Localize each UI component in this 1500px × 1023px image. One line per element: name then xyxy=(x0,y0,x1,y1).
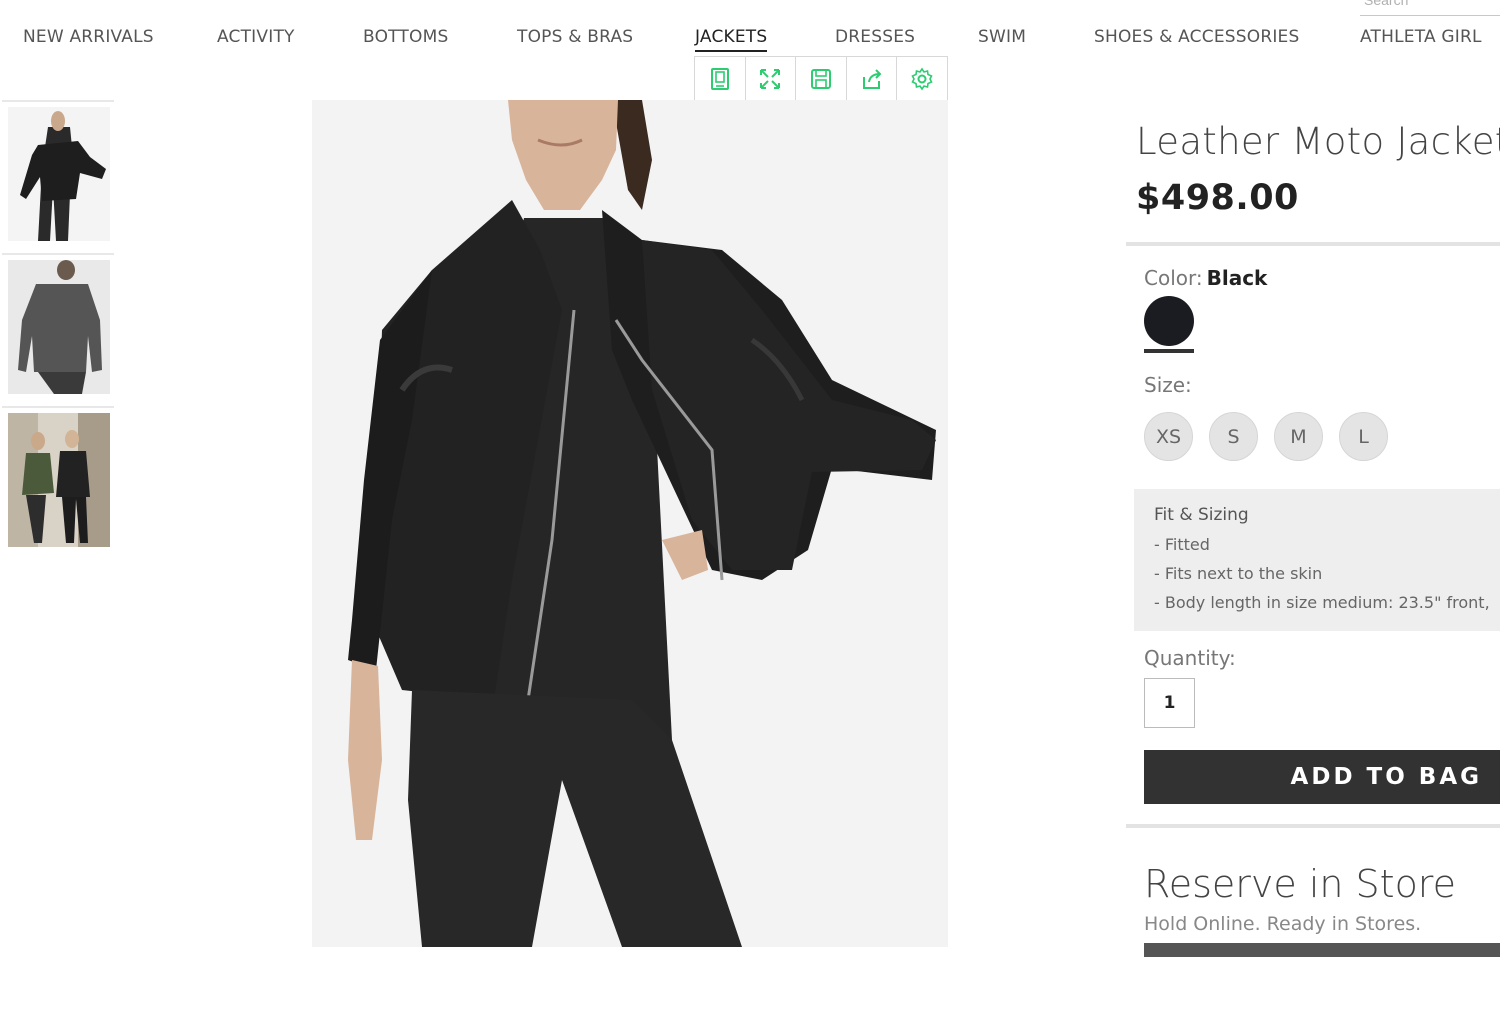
size-option-l[interactable]: L xyxy=(1339,412,1388,461)
size-selector: XS S M L xyxy=(1144,412,1388,461)
thumbnail-1[interactable] xyxy=(2,100,114,241)
nav-item-swim[interactable]: SWIM xyxy=(978,24,1026,52)
color-swatch-black[interactable] xyxy=(1144,296,1194,346)
product-photo xyxy=(312,100,948,947)
category-nav: NEW ARRIVALS ACTIVITY BOTTOMS TOPS & BRA… xyxy=(0,24,1500,54)
fit-sizing-box: Fit & Sizing - Fitted - Fits next to the… xyxy=(1134,489,1500,631)
bookmark-icon xyxy=(710,67,729,90)
search-input[interactable]: Search xyxy=(1360,0,1500,16)
size-option-s[interactable]: S xyxy=(1209,412,1258,461)
nav-item-jackets[interactable]: JACKETS xyxy=(695,24,768,52)
nav-item-new-arrivals[interactable]: NEW ARRIVALS xyxy=(23,24,154,52)
reserve-in-store-title: Reserve in Store xyxy=(1144,862,1456,906)
color-value: Black xyxy=(1206,266,1268,290)
fit-line: - Body length in size medium: 23.5" fron… xyxy=(1154,593,1490,612)
product-title: Leather Moto Jacket xyxy=(1136,120,1500,163)
nav-item-tops-bras[interactable]: TOPS & BRAS xyxy=(517,24,633,52)
bookmark-button[interactable] xyxy=(695,57,746,100)
settings-button[interactable] xyxy=(897,57,947,100)
share-button[interactable] xyxy=(847,57,898,100)
thumbnail-image xyxy=(8,413,110,547)
thumbnail-image xyxy=(8,260,110,394)
image-toolbar xyxy=(694,56,948,101)
quantity-field[interactable] xyxy=(1144,678,1195,728)
color-label-text: Color: xyxy=(1144,266,1203,290)
size-option-m[interactable]: M xyxy=(1274,412,1323,461)
fit-title: Fit & Sizing xyxy=(1154,505,1249,525)
thumbnail-3[interactable] xyxy=(2,406,114,547)
nav-item-athleta-girl[interactable]: ATHLETA GIRL xyxy=(1360,24,1482,52)
size-label: Size: xyxy=(1144,373,1192,397)
product-price: $498.00 xyxy=(1136,178,1299,218)
divider xyxy=(1126,824,1500,828)
thumbnail-2[interactable] xyxy=(2,253,114,394)
nav-item-bottoms[interactable]: BOTTOMS xyxy=(363,24,448,52)
settings-icon xyxy=(911,67,933,90)
color-label: Color: Black xyxy=(1144,266,1267,290)
nav-item-dresses[interactable]: DRESSES xyxy=(835,24,915,52)
reserve-in-store-subtitle: Hold Online. Ready in Stores. xyxy=(1144,913,1422,935)
quantity-label: Quantity: xyxy=(1144,646,1236,670)
main-product-image[interactable] xyxy=(312,100,948,947)
fit-line: - Fitted xyxy=(1154,535,1210,554)
save-button[interactable] xyxy=(796,57,847,100)
nav-item-activity[interactable]: ACTIVITY xyxy=(217,24,295,52)
size-option-xs[interactable]: XS xyxy=(1144,412,1193,461)
share-icon xyxy=(862,68,881,89)
product-page: Search NEW ARRIVALS ACTIVITY BOTTOMS TOP… xyxy=(0,0,1500,1023)
reserve-in-store-button[interactable] xyxy=(1144,943,1500,957)
expand-button[interactable] xyxy=(746,57,797,100)
save-icon xyxy=(810,68,831,89)
fit-line: - Fits next to the skin xyxy=(1154,564,1323,583)
expand-icon xyxy=(760,68,781,89)
selected-swatch-indicator xyxy=(1144,349,1194,353)
nav-item-shoes-accessories[interactable]: SHOES & ACCESSORIES xyxy=(1094,24,1299,52)
divider xyxy=(1126,242,1500,246)
add-to-bag-button[interactable]: ADD TO BAG xyxy=(1144,750,1500,804)
thumbnail-image xyxy=(8,107,110,241)
